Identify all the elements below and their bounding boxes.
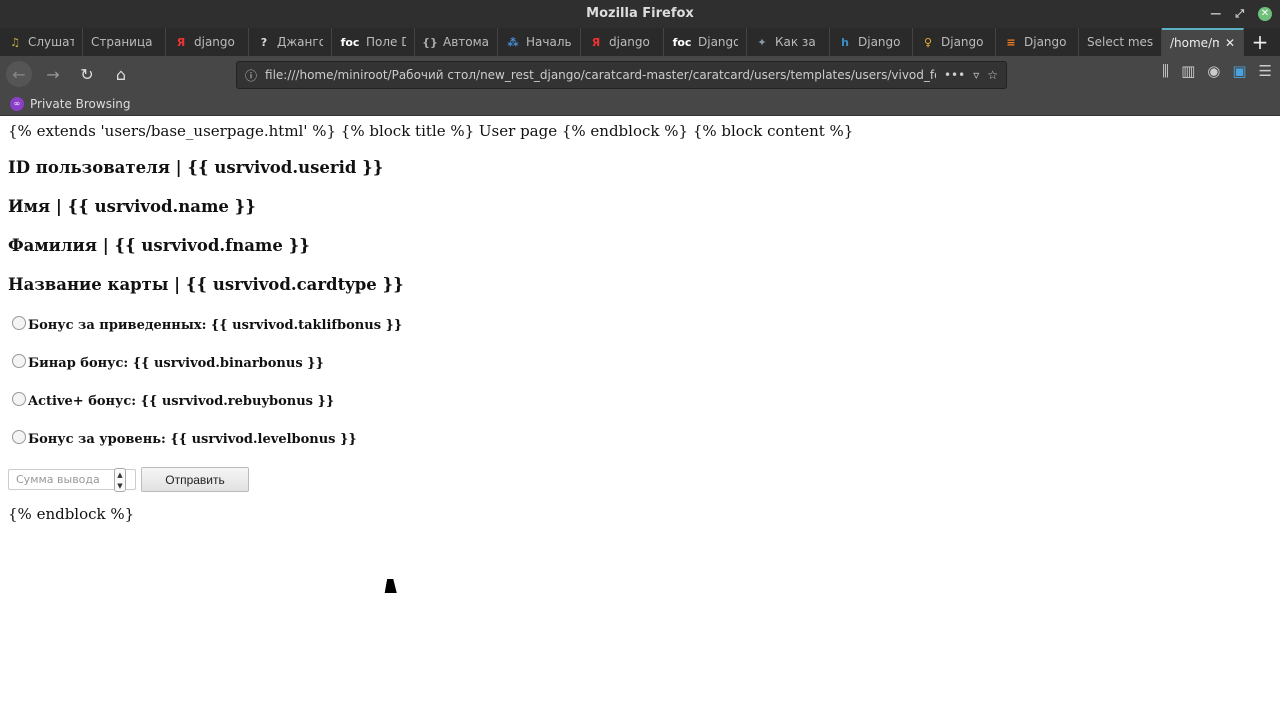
window-titlebar: Mozilla Firefox — ⤢ ✕ xyxy=(0,0,1280,28)
tab-label: Django xyxy=(1024,35,1067,49)
spin-up-icon[interactable]: ▲ xyxy=(117,471,122,479)
info-icon[interactable]: ⓘ xyxy=(245,67,257,84)
tab[interactable]: ? Джанго xyxy=(249,28,332,56)
amount-placeholder: Сумма вывода xyxy=(16,473,100,486)
yandex-icon: Я xyxy=(176,35,186,49)
withdraw-form: Сумма вывода ▲ ▼ Отправить xyxy=(8,467,1272,492)
radio-label: Бинар бонус: {{ usrvivod.binarbonus }} xyxy=(28,356,324,371)
submit-button[interactable]: Отправить xyxy=(141,467,249,492)
tab[interactable]: ≡ Django xyxy=(996,28,1079,56)
radio-button[interactable] xyxy=(12,429,26,444)
window-title: Mozilla Firefox xyxy=(586,6,694,21)
tab[interactable]: foc Поле Dj xyxy=(332,28,415,56)
spin-down-icon[interactable]: ▼ xyxy=(117,482,122,490)
yandex-icon: Я xyxy=(591,35,601,49)
tab-label: /home/m xyxy=(1170,36,1219,50)
radio-label: Бонус за уровень: {{ usrvivod.levelbonus… xyxy=(28,432,357,447)
braces-icon: {} xyxy=(422,35,438,49)
private-browsing-indicator: ∞ Private Browsing xyxy=(0,92,1280,116)
tab-label: django xyxy=(609,35,650,49)
maximize-button[interactable]: ⤢ xyxy=(1235,0,1244,28)
tab[interactable]: ♀ Django xyxy=(913,28,996,56)
heading-userid: ID пользователя | {{ usrvivod.userid }} xyxy=(8,158,384,177)
tab[interactable]: foc Django xyxy=(664,28,747,56)
radio-binarbonus[interactable]: Бинар бонус: {{ usrvivod.binarbonus }} xyxy=(8,353,1272,371)
bulb-icon: ♀ xyxy=(923,35,933,49)
back-button[interactable]: ← xyxy=(6,61,32,87)
question-icon: ? xyxy=(260,35,268,49)
tab-bar: ♫ Слушат Страница м Яdjango? Джанго foc Поле D… xyxy=(0,28,1280,56)
template-header-text: {% extends 'users/base_userpage.html' %}… xyxy=(8,122,854,140)
tab[interactable]: Страница м xyxy=(83,28,166,56)
foc-icon: foc xyxy=(340,35,360,49)
tab-label: Как за xyxy=(775,35,816,49)
stackoverflow-icon: ≡ xyxy=(1006,35,1016,49)
tab[interactable]: Яdjango xyxy=(581,28,664,56)
private-browsing-label: Private Browsing xyxy=(30,96,131,111)
library-icon[interactable]: ⫼ xyxy=(1162,62,1169,80)
forward-button[interactable]: → xyxy=(40,61,66,87)
close-window-button[interactable]: ✕ xyxy=(1258,7,1272,21)
tab-label: Страница м xyxy=(91,35,157,49)
tab-label: Django xyxy=(941,35,984,49)
account-icon[interactable]: ◉ xyxy=(1207,62,1220,80)
radio-button[interactable] xyxy=(12,315,26,330)
tab[interactable]: /home/m ✕ xyxy=(1162,28,1244,56)
url-bar[interactable]: ⓘ file:///home/miniroot/Рабочий стол/new… xyxy=(236,61,1007,89)
reload-button[interactable]: ↻ xyxy=(74,61,100,87)
radio-rebuybonus[interactable]: Active+ бонус: {{ usrvivod.rebuybonus }} xyxy=(8,391,1272,409)
tab-label: Django xyxy=(698,35,738,49)
tab[interactable]: {} Автома xyxy=(415,28,498,56)
tab[interactable]: Select mess xyxy=(1079,28,1162,56)
tab[interactable]: ⁂ Началь xyxy=(498,28,581,56)
sidebar-icon[interactable]: ▥ xyxy=(1181,62,1195,80)
heading-cardtype: Название карты | {{ usrvivod.cardtype }} xyxy=(8,275,404,294)
radio-taklifbonus[interactable]: Бонус за приведенных: {{ usrvivod.taklif… xyxy=(8,315,1272,333)
number-spinner[interactable]: ▲ ▼ xyxy=(114,468,126,492)
tab-label: Select mess xyxy=(1087,35,1153,49)
private-mask-icon: ∞ xyxy=(10,96,24,111)
tab-label: Django xyxy=(858,35,901,49)
sparkle-icon: ✦ xyxy=(757,35,767,49)
tab-label: Слушат xyxy=(28,35,74,49)
more-actions-icon[interactable]: ••• xyxy=(944,68,965,82)
tab[interactable]: h Django xyxy=(830,28,913,56)
music-icon: ♫ xyxy=(10,35,20,49)
radio-levelbonus[interactable]: Бонус за уровень: {{ usrvivod.levelbonus… xyxy=(8,429,1272,447)
minimize-button[interactable]: — xyxy=(1210,0,1221,28)
h-icon: h xyxy=(841,35,849,49)
heading-fname: Фамилия | {{ usrvivod.fname }} xyxy=(8,236,310,255)
url-text[interactable]: file:///home/miniroot/Рабочий стол/new_r… xyxy=(265,68,936,82)
new-tab-button[interactable]: + xyxy=(1244,28,1276,56)
radio-label: Бонус за приведенных: {{ usrvivod.taklif… xyxy=(28,318,403,333)
amount-input[interactable]: Сумма вывода ▲ ▼ xyxy=(8,468,136,492)
heading-name: Имя | {{ usrvivod.name }} xyxy=(8,197,256,216)
pocket-icon[interactable]: ▿ xyxy=(973,68,979,82)
radio-button[interactable] xyxy=(12,353,26,368)
tab[interactable]: ♫ Слушат xyxy=(0,28,83,56)
extension-icon[interactable]: ▣ xyxy=(1232,62,1246,80)
tab-label: Автома xyxy=(443,35,489,49)
tab[interactable]: ✦ Как за xyxy=(747,28,830,56)
radio-button[interactable] xyxy=(12,391,26,406)
template-footer-text: {% endblock %} xyxy=(8,505,135,523)
tab-label: Поле Dj xyxy=(366,35,406,49)
close-tab-icon[interactable]: ✕ xyxy=(1225,36,1235,50)
tab-label: django xyxy=(194,35,235,49)
menu-icon[interactable]: ☰ xyxy=(1259,62,1272,80)
mouse-cursor-icon xyxy=(384,579,400,593)
page-content: {% extends 'users/base_userpage.html' %}… xyxy=(0,116,1280,529)
tab-label: Джанго xyxy=(277,35,323,49)
foc-icon: foc xyxy=(672,35,692,49)
network-icon: ⁂ xyxy=(507,35,519,49)
bookmark-star-icon[interactable]: ☆ xyxy=(987,68,998,82)
home-button[interactable]: ⌂ xyxy=(108,61,134,87)
radio-label: Active+ бонус: {{ usrvivod.rebuybonus }} xyxy=(28,394,335,409)
tab[interactable]: Яdjango xyxy=(166,28,249,56)
tab-label: Началь xyxy=(526,35,572,49)
